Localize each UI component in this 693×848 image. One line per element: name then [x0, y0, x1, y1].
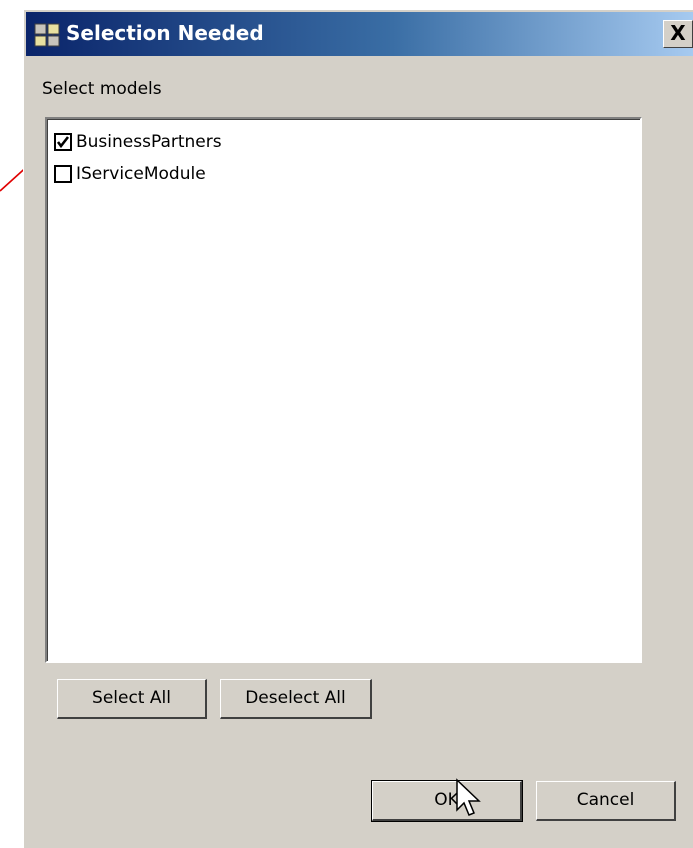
ok-button[interactable]: OK — [371, 780, 523, 822]
checkbox-business-partners[interactable] — [54, 133, 72, 151]
mouse-pointer-icon — [456, 778, 481, 816]
dialog-title: Selection Needed — [66, 21, 264, 45]
select-all-button[interactable]: Select All — [57, 679, 207, 719]
list-item-business-partners[interactable]: BusinessPartners — [54, 129, 222, 155]
title-bar[interactable]: Selection Needed X — [26, 12, 693, 56]
selection-dialog: Selection Needed X Select models Busines… — [23, 9, 693, 848]
models-list[interactable]: BusinessPartners IServiceModule — [45, 117, 642, 663]
checkbox-iservice-module[interactable] — [54, 165, 72, 183]
list-item-iservice-module[interactable]: IServiceModule — [54, 161, 206, 187]
checkmark-icon — [56, 136, 70, 149]
close-icon: X — [670, 21, 686, 45]
deselect-all-button[interactable]: Deselect All — [220, 679, 372, 719]
list-item-label: BusinessPartners — [76, 132, 222, 152]
app-window-icon — [34, 23, 60, 47]
list-item-label: IServiceModule — [76, 164, 206, 184]
cancel-button[interactable]: Cancel — [536, 781, 676, 821]
close-button[interactable]: X — [663, 20, 693, 48]
select-models-label: Select models — [42, 79, 162, 99]
